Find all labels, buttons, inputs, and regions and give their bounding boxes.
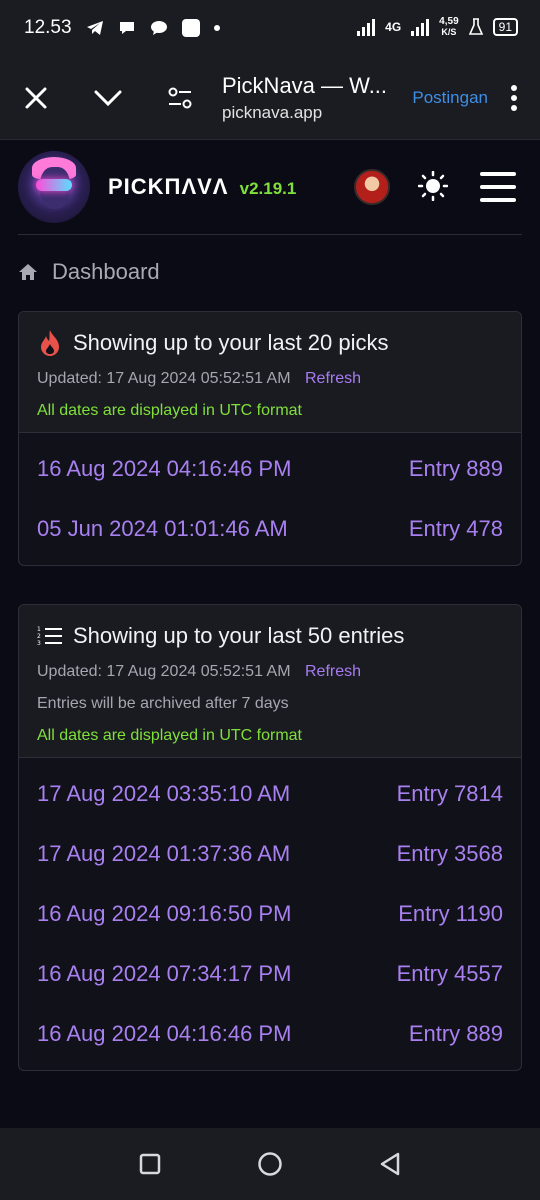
- entry-row[interactable]: 17 Aug 2024 03:35:10 AM Entry 7814: [37, 764, 503, 824]
- entry-row[interactable]: 16 Aug 2024 09:16:50 PM Entry 1190: [37, 884, 503, 944]
- breadcrumb-dashboard[interactable]: Dashboard: [52, 259, 160, 285]
- home-button-icon[interactable]: [254, 1148, 286, 1180]
- svg-text:1: 1: [37, 626, 41, 633]
- back-icon[interactable]: [374, 1148, 406, 1180]
- entry-id[interactable]: Entry 1190: [398, 901, 503, 927]
- entry-id[interactable]: Entry 889: [409, 1021, 503, 1047]
- picks-refresh-link[interactable]: Refresh: [305, 370, 361, 387]
- telegram-icon: [86, 21, 103, 35]
- status-bar: 12.53 4G 4,59 K/S 91: [0, 0, 540, 56]
- home-icon[interactable]: [18, 262, 38, 282]
- picks-updated: Updated: 17 Aug 2024 05:52:51 AM: [37, 370, 291, 387]
- close-icon[interactable]: [20, 82, 52, 114]
- brand[interactable]: PICKΠΛVΛ v2.19.1: [108, 174, 296, 200]
- entry-id[interactable]: Entry 3568: [397, 841, 503, 867]
- entry-row[interactable]: 17 Aug 2024 01:37:36 AM Entry 3568: [37, 824, 503, 884]
- entries-archive-note: Entries will be archived after 7 days: [37, 695, 289, 712]
- svg-text:3: 3: [37, 640, 41, 647]
- pick-date: 16 Aug 2024 04:16:46 PM: [37, 456, 292, 481]
- brand-name: PICKΠΛVΛ: [108, 174, 229, 199]
- lab-icon: [468, 18, 483, 35]
- picks-card-title: Showing up to your last 20 picks: [73, 330, 389, 355]
- entries-card: 1 2 3 Showing up to your last 50 entries…: [18, 604, 522, 1071]
- app-version: v2.19.1: [239, 179, 297, 198]
- entry-date: 17 Aug 2024 01:37:36 AM: [37, 841, 291, 866]
- signal-icon-2: [411, 18, 430, 36]
- hamburger-menu-icon[interactable]: [480, 172, 516, 202]
- app-header: PICKΠΛVΛ v2.19.1: [0, 140, 540, 234]
- page-title-block[interactable]: PickNava — W... picknava.app: [222, 73, 412, 123]
- picks-list: 16 Aug 2024 04:16:46 PM Entry 889 05 Jun…: [19, 433, 521, 565]
- post-link[interactable]: Postingan: [412, 88, 488, 108]
- browser-bar: PickNava — W... picknava.app Postingan: [0, 56, 540, 140]
- entry-id[interactable]: Entry 4557: [397, 961, 503, 987]
- pick-row[interactable]: 16 Aug 2024 04:16:46 PM Entry 889: [37, 439, 503, 499]
- app-notification-icon: [181, 19, 200, 37]
- entry-date: 16 Aug 2024 07:34:17 PM: [37, 961, 292, 986]
- theme-toggle-sun-icon[interactable]: [417, 170, 449, 202]
- entries-list: 17 Aug 2024 03:35:10 AM Entry 7814 17 Au…: [19, 758, 521, 1070]
- net-speed: 4,59: [439, 16, 459, 27]
- entries-updated: Updated: 17 Aug 2024 05:52:51 AM: [37, 663, 291, 680]
- message-icon: [150, 21, 167, 35]
- entry-date: 17 Aug 2024 03:35:10 AM: [37, 781, 291, 806]
- entries-card-title: Showing up to your last 50 entries: [73, 623, 405, 648]
- battery-level: 91: [492, 18, 518, 36]
- network-type: 4G: [385, 20, 402, 34]
- user-avatar[interactable]: [354, 169, 390, 205]
- logo-avatar[interactable]: [18, 151, 90, 223]
- pick-row[interactable]: 05 Jun 2024 01:01:46 AM Entry 478: [37, 499, 503, 559]
- dot-icon: [213, 25, 220, 31]
- signal-icon: [357, 18, 376, 36]
- entry-id[interactable]: Entry 7814: [397, 781, 503, 807]
- entry-row[interactable]: 16 Aug 2024 04:16:46 PM Entry 889: [37, 1004, 503, 1064]
- picks-card-header: Showing up to your last 20 picks Updated…: [19, 312, 521, 433]
- picks-utc-note: All dates are displayed in UTC format: [37, 402, 302, 419]
- chat-icon: [119, 22, 134, 34]
- breadcrumb: Dashboard: [0, 235, 540, 309]
- recents-icon[interactable]: [134, 1148, 166, 1180]
- picks-card: Showing up to your last 20 picks Updated…: [18, 311, 522, 566]
- system-nav-bar: [0, 1128, 540, 1200]
- numbered-list-icon: 1 2 3: [37, 623, 63, 649]
- entry-date: 16 Aug 2024 04:16:46 PM: [37, 1021, 292, 1046]
- net-speed-unit: K/S: [441, 27, 457, 37]
- fire-icon: [37, 330, 63, 356]
- page-title: PickNava — W...: [222, 72, 388, 98]
- entries-utc-note: All dates are displayed in UTC format: [37, 727, 302, 744]
- chevron-down-icon[interactable]: [92, 82, 124, 114]
- more-options-icon[interactable]: [508, 82, 520, 114]
- site-settings-icon[interactable]: [164, 82, 196, 114]
- entry-date: 16 Aug 2024 09:16:50 PM: [37, 901, 292, 926]
- page-url: picknava.app: [222, 102, 323, 122]
- pick-date: 05 Jun 2024 01:01:46 AM: [37, 516, 288, 541]
- entries-refresh-link[interactable]: Refresh: [305, 663, 361, 680]
- status-time: 12.53: [24, 17, 72, 38]
- pick-entry[interactable]: Entry 478: [409, 516, 503, 542]
- entry-row[interactable]: 16 Aug 2024 07:34:17 PM Entry 4557: [37, 944, 503, 1004]
- svg-text:2: 2: [37, 633, 41, 640]
- entries-card-header: 1 2 3 Showing up to your last 50 entries…: [19, 605, 521, 758]
- pick-entry[interactable]: Entry 889: [409, 456, 503, 482]
